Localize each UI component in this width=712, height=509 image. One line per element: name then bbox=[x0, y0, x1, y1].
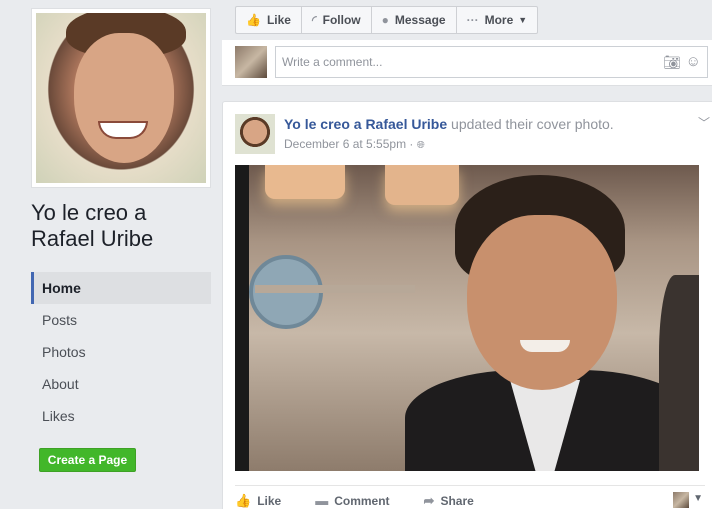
left-column: Yo le creo a Rafael Uribe Home Posts Pho… bbox=[0, 0, 222, 509]
page-title[interactable]: Yo le creo a Rafael Uribe bbox=[31, 200, 211, 252]
post-card: Yo le creo a Rafael Uribe updated their … bbox=[222, 101, 712, 509]
camera-icon[interactable]: 📷︎ bbox=[663, 47, 681, 77]
post-comment-button[interactable]: ▬ Comment bbox=[315, 487, 389, 508]
post-header: Yo le creo a Rafael Uribe updated their … bbox=[284, 116, 684, 132]
chevron-down-icon: ▼ bbox=[518, 15, 528, 25]
page-action-bar: 👍 Like ◜ Follow ● Message ··· More ▼ bbox=[235, 6, 539, 34]
post-comment-label: Comment bbox=[334, 493, 390, 508]
meta-separator: · bbox=[409, 137, 414, 151]
post-like-label: Like bbox=[257, 493, 282, 508]
create-page-button[interactable]: Create a Page bbox=[39, 448, 136, 472]
follow-button[interactable]: ◜ Follow bbox=[300, 6, 371, 34]
message-label: Message bbox=[394, 13, 446, 27]
profile-image bbox=[36, 13, 206, 183]
actor-avatar[interactable] bbox=[673, 492, 689, 508]
nav-item-home[interactable]: Home bbox=[31, 272, 211, 304]
post-meta: December 6 at 5:55pm · 🌐︎ bbox=[284, 137, 425, 151]
page-nav: Home Posts Photos About Likes bbox=[31, 272, 211, 432]
like-page-label: Like bbox=[266, 13, 291, 27]
message-button[interactable]: ● Message bbox=[370, 6, 456, 34]
ellipsis-icon: ··· bbox=[466, 13, 479, 27]
post-author-link[interactable]: Yo le creo a Rafael Uribe bbox=[284, 116, 447, 132]
post-like-button[interactable]: 👍 Like bbox=[235, 487, 281, 509]
nav-item-likes[interactable]: Likes bbox=[31, 400, 211, 432]
comment-composer: Write a comment... 📷︎ ☺ bbox=[222, 40, 712, 86]
chevron-down-icon[interactable]: ▼ bbox=[693, 493, 703, 504]
more-button[interactable]: ··· More ▼ bbox=[455, 6, 539, 34]
thumbs-up-icon: 👍 bbox=[246, 13, 261, 27]
avatar bbox=[235, 46, 267, 78]
nav-item-posts[interactable]: Posts bbox=[31, 304, 211, 336]
nav-item-about[interactable]: About bbox=[31, 368, 211, 400]
post-timestamp[interactable]: December 6 at 5:55pm bbox=[284, 137, 406, 151]
nav-item-photos[interactable]: Photos bbox=[31, 336, 211, 368]
post-action-text: updated their cover photo. bbox=[447, 116, 614, 132]
post-options-chevron-icon[interactable]: ﹀ bbox=[698, 114, 710, 131]
comment-input[interactable]: Write a comment... 📷︎ ☺ bbox=[275, 46, 708, 78]
emoji-icon[interactable]: ☺ bbox=[686, 47, 701, 77]
profile-picture[interactable] bbox=[31, 8, 211, 188]
thumbs-up-icon: 👍 bbox=[235, 492, 252, 508]
globe-icon: 🌐︎ bbox=[416, 140, 425, 151]
post-avatar[interactable] bbox=[235, 114, 275, 154]
share-arrow-icon: ➦ bbox=[423, 492, 435, 508]
comment-bubble-icon: ▬ bbox=[315, 493, 329, 508]
post-share-button[interactable]: ➦ Share bbox=[424, 487, 474, 509]
cover-photo[interactable] bbox=[235, 165, 699, 471]
post-actions: 👍 Like ▬ Comment ➦ Share ▼ bbox=[235, 485, 705, 509]
more-label: More bbox=[484, 13, 514, 27]
like-page-button[interactable]: 👍 Like bbox=[235, 6, 301, 34]
comment-placeholder: Write a comment... bbox=[282, 55, 383, 69]
messenger-icon: ● bbox=[381, 13, 389, 27]
rss-icon: ◜ bbox=[311, 13, 317, 27]
follow-label: Follow bbox=[322, 13, 361, 27]
post-share-label: Share bbox=[440, 493, 474, 508]
